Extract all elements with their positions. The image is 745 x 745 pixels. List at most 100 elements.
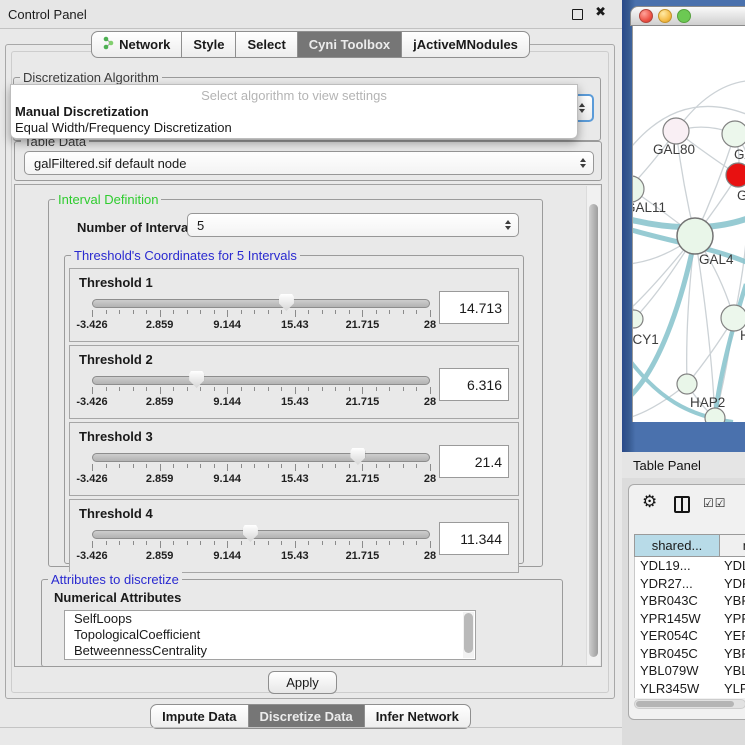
slider-thumb[interactable]	[243, 525, 258, 542]
zoom-traffic-light[interactable]	[677, 9, 691, 23]
network-node[interactable]	[677, 218, 713, 254]
scrollbar-thumb[interactable]	[464, 613, 473, 653]
network-node[interactable]	[677, 374, 697, 394]
node-label: HAP2	[690, 395, 725, 410]
threshold-block: Threshold 2-3.4262.8599.14415.4321.71528…	[69, 345, 519, 419]
apply-button[interactable]: Apply	[268, 671, 337, 694]
table-data-combo[interactable]: galFiltered.sif default node	[24, 151, 594, 175]
table-row[interactable]: YBR045CYBR0	[635, 645, 745, 663]
tab-label: Style	[193, 37, 224, 52]
node-label: GA	[734, 147, 745, 162]
table-cell[interactable]: YIL052C	[635, 697, 720, 698]
node-label: GAL11	[633, 200, 666, 215]
table-cell[interactable]: YLR3	[720, 680, 745, 698]
tab-select[interactable]: Select	[235, 31, 297, 58]
table-cell[interactable]: YBR0	[720, 645, 745, 663]
table-cell[interactable]: YLR345W	[635, 680, 720, 698]
list-scrollbar[interactable]	[463, 612, 474, 658]
table-cell[interactable]: YDL1	[720, 557, 745, 575]
table-cell[interactable]: YDR2	[720, 575, 745, 593]
threshold-value-field[interactable]: 14.713	[439, 291, 509, 324]
control-panel: Control Panel ✖ Network Style Select Cyn…	[0, 0, 622, 745]
table-cell[interactable]: YBR0	[720, 592, 745, 610]
table-cell[interactable]: YBR043C	[635, 592, 720, 610]
split-view-icon[interactable]	[674, 496, 690, 513]
vertical-scrollbar[interactable]	[586, 186, 600, 665]
threshold-slider[interactable]	[92, 530, 430, 539]
table-cell[interactable]: YDR27...	[635, 575, 720, 593]
table-row[interactable]: YDL19...YDL1	[635, 557, 745, 575]
network-node[interactable]	[633, 176, 644, 202]
table-row[interactable]: YLR345WYLR3	[635, 680, 745, 698]
table-cell[interactable]: YPR1	[720, 610, 745, 628]
table-cell[interactable]: YIL0	[720, 697, 745, 698]
threshold-slider[interactable]	[92, 453, 430, 462]
tab-network[interactable]: Network	[91, 31, 182, 58]
slider-thumb[interactable]	[350, 448, 365, 465]
table-cell[interactable]: YPR145W	[635, 610, 720, 628]
table-cell[interactable]: YBL079W	[635, 662, 720, 680]
scrollbar-thumb[interactable]	[589, 204, 598, 657]
table-row[interactable]: YDR27...YDR2	[635, 575, 745, 593]
network-window-titlebar[interactable]	[630, 6, 745, 26]
attribute-item[interactable]: BetweennessCentrality	[65, 643, 475, 659]
table-cell[interactable]: YDL19...	[635, 557, 720, 575]
top-tab-bar: Network Style Select Cyni Toolbox jActiv…	[0, 31, 622, 58]
tab-label: Impute Data	[162, 709, 236, 724]
close-icon[interactable]: ✖	[595, 5, 606, 20]
table-row[interactable]: YBR043CYBR0	[635, 592, 745, 610]
network-node[interactable]	[722, 121, 745, 147]
table-cell[interactable]: YBL0	[720, 662, 745, 680]
table-cell[interactable]: YER0	[720, 627, 745, 645]
tab-style[interactable]: Style	[181, 31, 236, 58]
threshold-slider[interactable]	[92, 299, 430, 308]
popup-item-equal-width-frequency[interactable]: Equal Width/Frequency Discretization	[15, 120, 232, 135]
tab-discretize-data[interactable]: Discretize Data	[248, 704, 365, 729]
checkbox-icons[interactable]: ☑☑	[703, 496, 727, 510]
table-row[interactable]: YIL052CYIL0	[635, 697, 745, 698]
float-window-icon[interactable]	[572, 9, 583, 20]
network-node[interactable]	[726, 163, 745, 187]
network-canvas[interactable]: GAL80 GA G GAL11 GAL4 GCY1 H HAP2	[632, 26, 745, 422]
slider-tick-labels: -3.4262.8599.14415.4321.71528	[92, 319, 430, 332]
minimize-traffic-light[interactable]	[658, 9, 672, 23]
network-node[interactable]	[663, 118, 689, 144]
tab-impute-data[interactable]: Impute Data	[150, 704, 248, 729]
table-row[interactable]: YER054CYER0	[635, 627, 745, 645]
tab-infer-network[interactable]: Infer Network	[364, 704, 471, 729]
node-label: GCY1	[633, 332, 659, 347]
threshold-slider[interactable]	[92, 376, 430, 385]
table-cell[interactable]: YER054C	[635, 627, 720, 645]
scrollbar-thumb[interactable]	[636, 701, 734, 707]
tab-cyni-toolbox[interactable]: Cyni Toolbox	[297, 31, 402, 58]
table-row[interactable]: YBL079WYBL0	[635, 662, 745, 680]
popup-placeholder: Select algorithm to view settings	[11, 88, 577, 103]
slider-thumb[interactable]	[279, 294, 294, 311]
column-header-shared-name[interactable]: shared...	[635, 535, 720, 556]
numerical-attributes-label: Numerical Attributes	[54, 590, 181, 605]
attribute-item[interactable]: TopologicalCoefficient	[65, 627, 475, 643]
network-node[interactable]	[633, 310, 643, 328]
threshold-value-field[interactable]: 11.344	[439, 522, 509, 555]
column-header-name[interactable]: na	[720, 535, 745, 556]
table-cell[interactable]: YBR045C	[635, 645, 720, 663]
table-data-combo-value: galFiltered.sif default node	[34, 156, 186, 171]
slider-tick-labels: -3.4262.8599.14415.4321.71528	[92, 473, 430, 486]
attribute-item[interactable]: SelfLoops	[65, 611, 475, 627]
table-row[interactable]: YPR145WYPR1	[635, 610, 745, 628]
slider-thumb[interactable]	[189, 371, 204, 388]
horizontal-scrollbar[interactable]	[634, 699, 745, 709]
attributes-group: Attributes to discretize Numerical Attri…	[41, 579, 563, 667]
slider-ticks	[92, 541, 430, 549]
threshold-value-field[interactable]: 6.316	[439, 368, 509, 401]
tab-jactivemnodules[interactable]: jActiveMNodules	[401, 31, 530, 58]
gear-icon[interactable]: ⚙	[642, 492, 657, 512]
tab-label: Select	[247, 37, 285, 52]
threshold-value-field[interactable]: 21.4	[439, 445, 509, 478]
number-of-intervals-combo[interactable]: 5	[187, 213, 519, 237]
close-traffic-light[interactable]	[639, 9, 653, 23]
network-node[interactable]	[705, 408, 725, 422]
popup-item-manual-discretization[interactable]: Manual Discretization	[15, 104, 149, 119]
network-graph[interactable]: GAL80 GA G GAL11 GAL4 GCY1 H HAP2	[633, 26, 745, 422]
numerical-attributes-list[interactable]: SelfLoopsTopologicalCoefficientBetweenne…	[64, 610, 476, 660]
